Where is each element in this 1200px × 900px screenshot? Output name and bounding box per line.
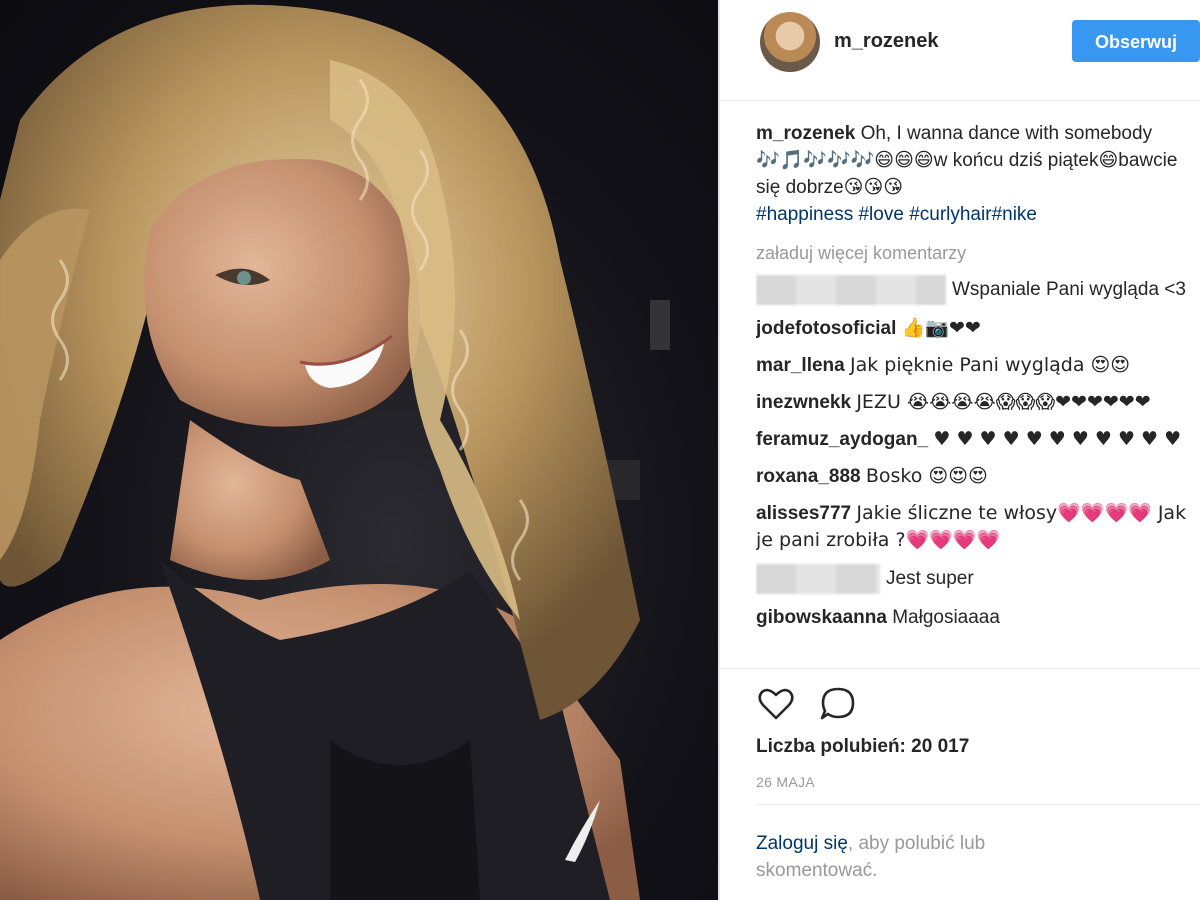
post-header: m_rozenek Obserwuj [720, 0, 1200, 101]
load-more-comments-link[interactable]: załaduj więcej komentarzy [756, 240, 1196, 267]
hashtag-happiness[interactable]: #happiness [756, 204, 853, 225]
post-date[interactable]: 26 MAJA [756, 774, 815, 790]
list-item: alisses777 Jakie śliczne te włosy💗💗💗💗 Ja… [756, 500, 1196, 554]
avatar[interactable] [760, 12, 820, 72]
caption-text-1: Oh, I wanna dance with somebody [860, 123, 1153, 144]
comments-list: m_rozenek Oh, I wanna dance with somebod… [756, 120, 1196, 666]
list-item: mar_llena Jak pięknie Pani wygląda 😍😍 [756, 352, 1196, 379]
comment-username[interactable]: feramuz_aydogan_ [756, 429, 928, 450]
header-username[interactable]: m_rozenek [834, 30, 939, 53]
comment-username[interactable]: inezwnekk [756, 392, 851, 413]
blurred-username [756, 275, 946, 305]
post-actions [756, 684, 956, 728]
hashtag-nike[interactable]: #nike [992, 204, 1037, 225]
comment-username[interactable]: roxana_888 [756, 466, 861, 487]
caption-text-2: w końcu dziś piątek [933, 150, 1099, 171]
comment-username[interactable]: jodefotosoficial [756, 318, 896, 339]
comment-username[interactable]: mar_llena [756, 355, 845, 376]
list-item: jodefotosoficial 👍📷❤❤ [756, 315, 1196, 342]
comment-text: Małgosiaaaa [892, 607, 1000, 628]
comment-text: JEZU 😭😭😭😭😱😱😱❤❤❤❤❤❤ [856, 391, 1151, 413]
heart-icon[interactable] [756, 684, 796, 724]
likes-count[interactable]: Liczba polubień: 20 017 [756, 736, 969, 758]
comment-text: Jak pięknie Pani wygląda 😍😍 [850, 354, 1131, 376]
list-item: Jest super [756, 564, 1196, 594]
comment-username[interactable]: alisses777 [756, 503, 851, 524]
follow-button[interactable]: Obserwuj [1072, 20, 1200, 62]
list-item: inezwnekk JEZU 😭😭😭😭😱😱😱❤❤❤❤❤❤ [756, 389, 1196, 416]
comment-text: ♥ ♥ ♥ ♥ ♥ ♥ ♥ ♥ ♥ ♥ ♥ [933, 428, 1182, 450]
list-item: feramuz_aydogan_ ♥ ♥ ♥ ♥ ♥ ♥ ♥ ♥ ♥ ♥ ♥ [756, 426, 1196, 453]
hashtag-love[interactable]: #love [858, 204, 903, 225]
comment-text: Bosko 😍😍😍 [865, 465, 988, 487]
login-link[interactable]: Zaloguj się [756, 833, 848, 854]
divider [756, 804, 1200, 805]
comment-text: 👍📷❤❤ [901, 317, 981, 339]
hashtag-curlyhair[interactable]: #curlyhair [909, 204, 991, 225]
comment-icon[interactable] [818, 684, 858, 724]
list-item: roxana_888 Bosko 😍😍😍 [756, 463, 1196, 490]
caption: m_rozenek Oh, I wanna dance with somebod… [756, 120, 1196, 228]
divider [720, 668, 1200, 669]
comment-text: Jest super [886, 568, 974, 590]
instagram-post-page: m_rozenek Obserwuj m_rozenek Oh, I wanna… [0, 0, 1200, 900]
caption-username[interactable]: m_rozenek [756, 123, 855, 144]
caption-emoji-1: 🎶🎵🎶🎶🎶😄😄😄 [756, 149, 934, 171]
post-photo [0, 0, 718, 900]
caption-emoji-3: 😘😘😘 [843, 176, 904, 198]
photo-illustration [0, 4, 670, 900]
blurred-username [756, 564, 880, 594]
comment-username[interactable]: gibowskaanna [756, 607, 887, 628]
list-item: gibowskaanna Małgosiaaaa [756, 604, 1196, 631]
login-prompt: Zaloguj się, aby polubić lub skomentować… [756, 830, 1076, 884]
list-item: Wspaniale Pani wygląda <3 [756, 275, 1196, 305]
comment-text: Wspaniale Pani wygląda <3 [952, 279, 1186, 301]
caption-emoji-2: 😄 [1098, 149, 1119, 171]
post-side-panel: m_rozenek Obserwuj m_rozenek Oh, I wanna… [720, 0, 1200, 900]
